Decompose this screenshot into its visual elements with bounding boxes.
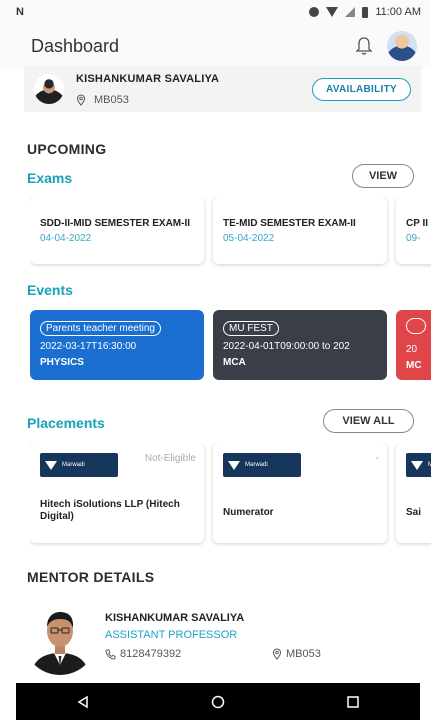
signal-icon [345, 7, 356, 17]
status-bar: N 11:00 AM [0, 0, 431, 24]
home-button[interactable] [198, 687, 238, 717]
mentor-photo [23, 601, 97, 675]
recents-square-icon [346, 695, 359, 708]
back-triangle-icon [77, 695, 89, 708]
placement-card[interactable]: Marwadi Sai [396, 443, 431, 543]
exam-date: 09- [406, 232, 421, 244]
wifi-icon [326, 7, 339, 17]
placements-list: Marwadi Not-Eligible Hitech iSolutions L… [30, 443, 431, 549]
eligibility-status: Not-Eligible [144, 453, 196, 464]
event-name: Parents teacher meeting [40, 321, 161, 336]
mentor-portrait [23, 601, 97, 675]
exam-date: 05-04-2022 [223, 232, 275, 244]
marwadi-logo-icon [45, 460, 57, 470]
company-name: Sai [406, 507, 422, 518]
events-heading: Events [27, 282, 73, 298]
marwadi-logo-icon [228, 460, 240, 470]
exam-card[interactable]: CP II 09- [396, 197, 431, 264]
mentor-room: MB053 [272, 648, 321, 660]
mentor-heading: MENTOR DETAILS [27, 569, 155, 585]
phone-icon [105, 649, 116, 659]
event-time: 2022-04-01T09:00:00 to 202 [223, 341, 350, 352]
status-time: 11:00 AM [375, 6, 421, 18]
event-time: 20 [406, 344, 418, 355]
placements-heading: Placements [27, 415, 105, 431]
mentor-name: KISHANKUMAR SAVALIYA [105, 612, 245, 624]
profile-name: KISHANKUMAR SAVALIYA [76, 72, 220, 85]
event-department: PHYSICS [40, 357, 84, 368]
company-name: Numerator [223, 507, 274, 518]
event-department: MCA [223, 357, 246, 368]
event-time: 2022-03-17T16:30:00 [40, 341, 137, 352]
events-list: Parents teacher meeting 2022-03-17T16:30… [30, 310, 431, 382]
battery-icon [362, 6, 369, 18]
mentor-phone-number: 8128479392 [120, 648, 182, 660]
bell-icon[interactable] [355, 36, 373, 56]
exam-card[interactable]: SDD-II-MID SEMESTER EXAM-II 04-04-2022 [30, 197, 204, 264]
app-bar: Dashboard [0, 24, 431, 68]
marwadi-logo-icon [411, 460, 423, 470]
view-all-placements-button[interactable]: VIEW ALL [323, 409, 414, 433]
home-circle-icon [211, 695, 225, 708]
profile-location-text: MB053 [94, 93, 129, 106]
mentor-phone[interactable]: 8128479392 [105, 648, 181, 660]
availability-button[interactable]: AVAILABILITY [311, 77, 411, 101]
event-name: MU FEST [223, 321, 279, 336]
carrier-icon: N [16, 6, 24, 18]
profile-location: MB053 [76, 94, 312, 106]
mentor-room-text: MB053 [286, 648, 321, 660]
exam-title: SDD-II-MID SEMESTER EXAM-II [40, 217, 191, 229]
location-pin-icon [76, 93, 86, 106]
exam-title: CP II [406, 217, 429, 229]
exam-card[interactable]: TE-MID SEMESTER EXAM-II 05-04-2022 [213, 197, 387, 264]
placement-card[interactable]: Marwadi - Numerator [213, 443, 387, 543]
back-button[interactable] [63, 687, 103, 717]
dnd-icon [309, 7, 320, 17]
system-nav-bar [16, 683, 420, 720]
exam-date: 04-04-2022 [40, 232, 92, 244]
eligibility-status: - [375, 453, 379, 464]
view-exams-button[interactable]: VIEW [352, 164, 414, 188]
location-pin-icon [272, 648, 282, 660]
page-title: Dashboard [31, 35, 120, 56]
profile-card: KISHANKUMAR SAVALIYA MB053 AVAILABILITY [24, 66, 421, 112]
event-name [406, 318, 426, 334]
company-logo: Marwadi [406, 453, 431, 477]
upcoming-heading: UPCOMING [27, 141, 107, 157]
placement-card[interactable]: Marwadi Not-Eligible Hitech iSolutions L… [30, 443, 204, 543]
exams-list: SDD-II-MID SEMESTER EXAM-II 04-04-2022 T… [30, 197, 431, 269]
profile-avatar [34, 74, 64, 104]
company-name: Hitech iSolutions LLP (Hitech Digital) [40, 499, 180, 522]
event-card[interactable]: 20 MC [396, 310, 431, 380]
company-logo: Marwadi [223, 453, 301, 477]
event-department: MC [406, 360, 422, 371]
mentor-role: ASSISTANT PROFESSOR [105, 629, 238, 641]
user-avatar[interactable] [387, 31, 417, 61]
event-card[interactable]: MU FEST 2022-04-01T09:00:00 to 202 MCA [213, 310, 387, 380]
exams-heading: Exams [27, 170, 73, 186]
event-card[interactable]: Parents teacher meeting 2022-03-17T16:30… [30, 310, 204, 380]
company-logo: Marwadi [40, 453, 118, 477]
recents-button[interactable] [333, 687, 373, 717]
exam-title: TE-MID SEMESTER EXAM-II [223, 217, 356, 229]
